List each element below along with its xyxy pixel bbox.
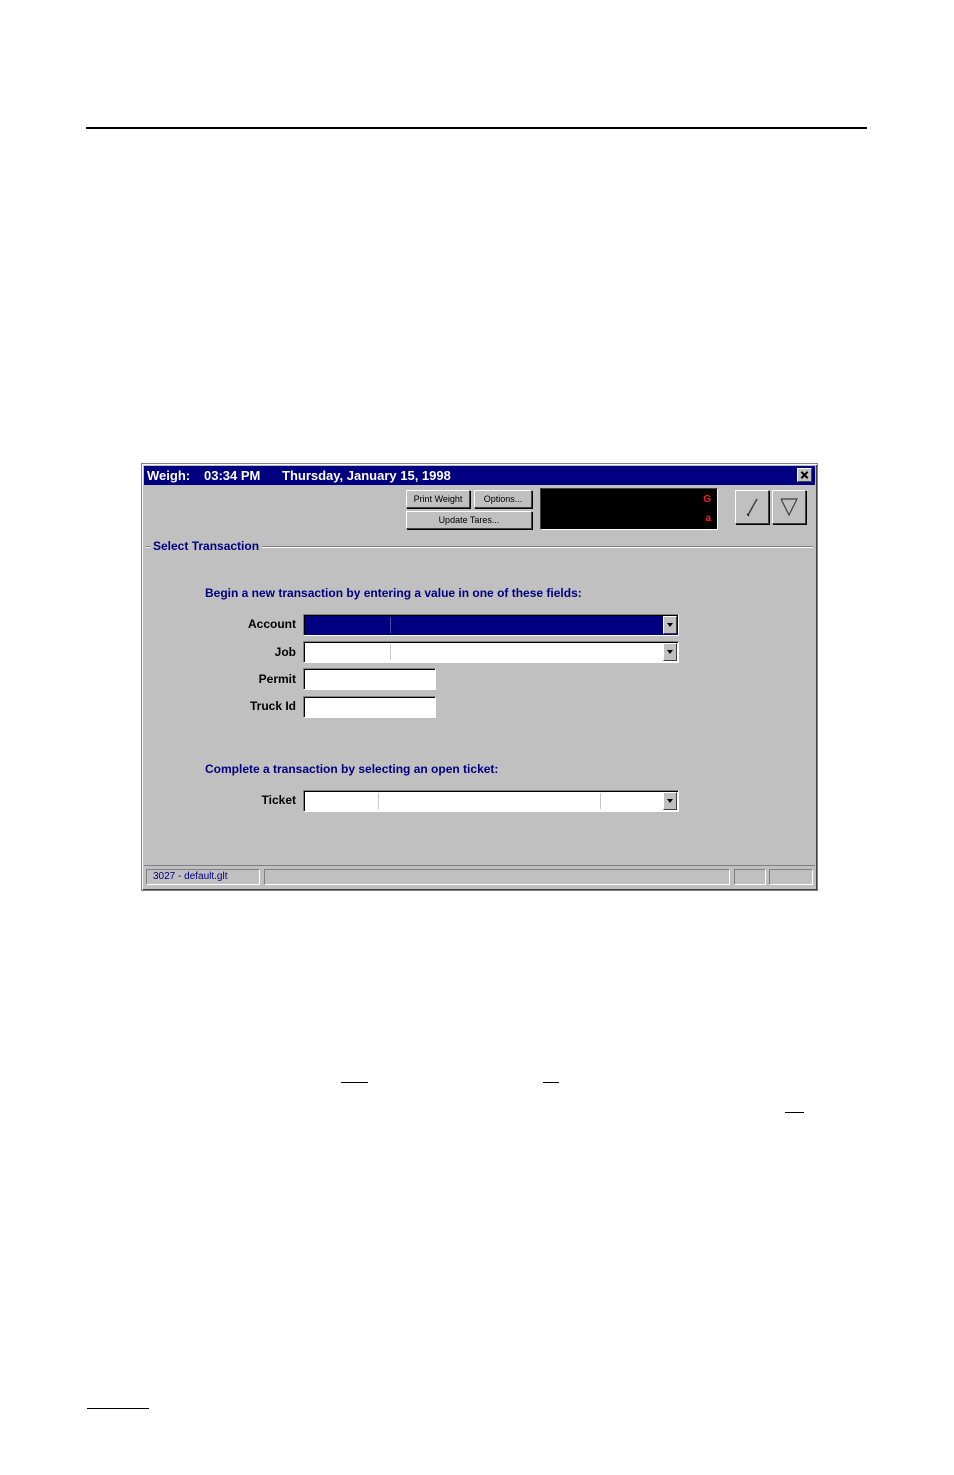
title-date: Thursday, January 15, 1998 [282,468,451,483]
chevron-down-icon[interactable] [663,792,677,810]
options-button[interactable]: Options... [474,490,532,508]
column-separator [378,793,379,809]
account-combobox[interactable] [303,614,679,636]
underline-mark [341,1082,368,1083]
underline-mark [543,1082,559,1083]
title-app: Weigh: [147,468,191,483]
ticket-label: Ticket [261,793,296,807]
pen-tool-button[interactable] [735,490,769,524]
status-bar: 3027 - default.glt [144,865,815,888]
status-pane-small [769,869,813,885]
ticket-combobox[interactable] [303,790,679,812]
chevron-down-icon[interactable] [663,616,677,634]
scale-indicator: a [705,513,711,524]
column-separator [390,617,391,633]
column-separator [390,644,391,660]
status-pane-config: 3027 - default.glt [146,869,260,885]
truck-id-input[interactable] [303,696,436,718]
footer-rule [87,1408,149,1409]
weigh-window: Weigh: 03:34 PM Thursday, January 15, 19… [141,463,818,891]
column-separator [600,793,601,809]
group-label: Select Transaction [150,539,263,553]
title-time: 03:34 PM [204,468,261,483]
permit-label: Permit [258,672,296,686]
scale-indicator: G [703,494,711,505]
job-label: Job [274,645,296,659]
print-weight-button[interactable]: Print Weight [406,490,470,508]
status-pane-message [264,869,730,885]
underline-mark [785,1112,804,1113]
permit-input[interactable] [303,668,436,690]
update-tares-button[interactable]: Update Tares... [406,511,532,529]
chevron-down-icon[interactable] [663,643,677,661]
pen-icon [746,498,758,517]
truck-id-label: Truck Id [249,699,296,713]
account-label: Account [248,617,296,631]
funnel-tool-button[interactable] [772,490,806,524]
status-pane-small [734,869,766,885]
job-combobox[interactable] [303,641,679,663]
header-rule [86,127,867,129]
new-transaction-instruction: Begin a new transaction by entering a va… [205,586,582,600]
title-bar: Weigh: 03:34 PM Thursday, January 15, 19… [144,466,815,485]
close-icon[interactable] [797,468,812,482]
complete-transaction-instruction: Complete a transaction by selecting an o… [205,762,499,776]
scale-display: G a [540,488,718,530]
funnel-icon [780,498,798,517]
